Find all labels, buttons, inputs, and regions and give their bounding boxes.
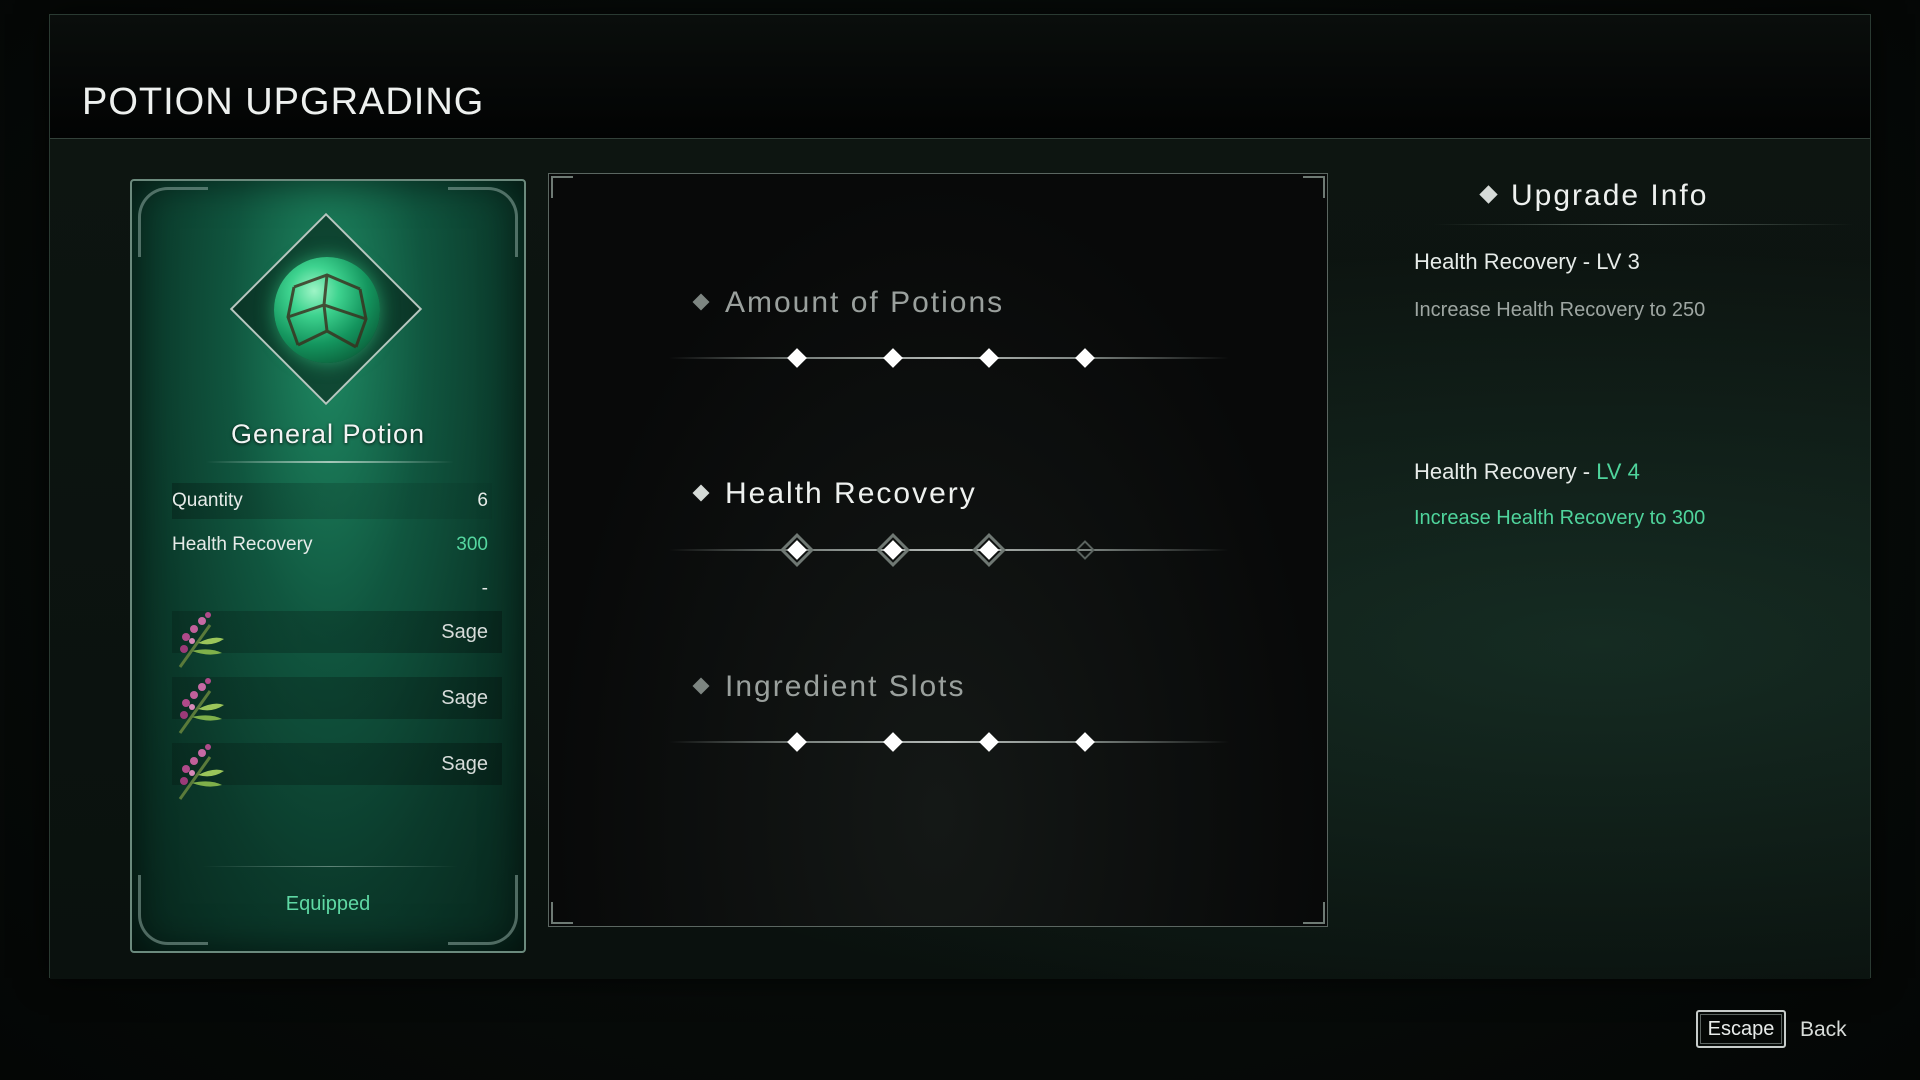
level-node-filled-icon [979, 732, 999, 752]
potion-net-icon [286, 273, 368, 349]
track-line [669, 549, 1229, 551]
track-line [669, 741, 1229, 743]
current-level-description: Increase Health Recovery to 250 [1414, 299, 1706, 321]
current-level-heading: Health Recovery - LV 3 [1414, 249, 1640, 275]
ornament-corner-icon [448, 187, 518, 257]
ornament-corner-icon [1303, 176, 1325, 198]
stat-value: 300 [456, 534, 488, 555]
stat-value: - [481, 578, 488, 599]
level-node-filled-icon [787, 732, 807, 752]
stat-row-health-recovery: Health Recovery 300 [172, 527, 492, 563]
divider [206, 461, 454, 463]
divider [1434, 224, 1854, 225]
next-level-value: LV 4 [1596, 459, 1640, 484]
sage-herb-icon [178, 678, 224, 734]
ornament-corner-icon [551, 176, 573, 198]
equipped-status: Equipped [285, 893, 371, 915]
sage-herb-icon [178, 744, 224, 800]
track-line [669, 357, 1229, 359]
ingredient-name: Sage [441, 752, 488, 775]
level-node-filled-icon [979, 348, 999, 368]
level-node-empty-icon [1075, 540, 1095, 560]
level-track [669, 533, 1229, 567]
level-node-filled-icon [972, 533, 1006, 567]
ingredient-name: Sage [441, 620, 488, 643]
stat-label: Quantity [172, 490, 243, 511]
title-bar: POTION UPGRADING [50, 15, 1870, 139]
next-level-heading: Health Recovery - LV 4 [1414, 459, 1640, 485]
level-track [669, 348, 1229, 368]
upgrade-option-label: Amount of Potions [725, 286, 1005, 319]
level-node-filled-icon [780, 533, 814, 567]
current-level-value: LV 3 [1596, 249, 1640, 274]
level-node-filled-icon [883, 348, 903, 368]
upgrade-info-label: Upgrade Info [1511, 179, 1709, 212]
upgrade-option-amount-of-potions[interactable]: Amount of Potions [692, 286, 1005, 320]
level-node-filled-icon [876, 533, 910, 567]
next-level-description: Increase Health Recovery to 300 [1414, 507, 1706, 529]
stat-row-empty: - [172, 571, 492, 607]
ornament-corner-icon [138, 187, 208, 257]
ornament-corner-icon [1303, 902, 1325, 924]
potion-upgrading-screen: POTION UPGRADING General Potion Quantity… [0, 0, 1920, 1080]
back-label[interactable]: Back [1800, 1018, 1847, 1042]
stat-label: Health Recovery [172, 534, 313, 555]
level-node-filled-icon [883, 732, 903, 752]
diamond-bullet-icon [692, 293, 710, 311]
upgrade-option-label: Health Recovery [725, 477, 977, 510]
upgrade-info-title: Upgrade Info [1479, 179, 1709, 213]
diamond-bullet-icon [692, 484, 710, 502]
diamond-bullet-icon [692, 677, 710, 695]
sage-herb-icon [178, 612, 224, 668]
level-node-filled-icon [787, 348, 807, 368]
stat-row-quantity: Quantity 6 [172, 483, 492, 519]
main-window: POTION UPGRADING General Potion Quantity… [49, 14, 1871, 979]
ingredient-name: Sage [441, 686, 488, 709]
content-area: General Potion Quantity 6 Health Recover… [50, 139, 1870, 979]
upgrade-option-label: Ingredient Slots [725, 670, 966, 703]
potion-icon [274, 257, 380, 363]
stat-value: 6 [477, 490, 488, 511]
page-title: POTION UPGRADING [82, 81, 485, 123]
escape-key-button[interactable]: Escape [1696, 1010, 1786, 1048]
current-level-label: Health Recovery - [1414, 249, 1597, 274]
level-node-filled-icon [1075, 732, 1095, 752]
potion-card[interactable]: General Potion Quantity 6 Health Recover… [130, 179, 526, 953]
upgrade-option-health-recovery[interactable]: Health Recovery [692, 477, 977, 511]
upgrade-option-ingredient-slots[interactable]: Ingredient Slots [692, 670, 966, 704]
level-track [669, 732, 1229, 752]
divider [202, 866, 458, 867]
upgrade-panel: Amount of Potions Health Recovery Ingred… [548, 173, 1328, 927]
next-level-label: Health Recovery - [1414, 459, 1597, 484]
ornament-corner-icon [551, 902, 573, 924]
potion-name: General Potion [230, 419, 426, 449]
diamond-bullet-icon [1479, 185, 1498, 204]
level-node-filled-icon [1075, 348, 1095, 368]
